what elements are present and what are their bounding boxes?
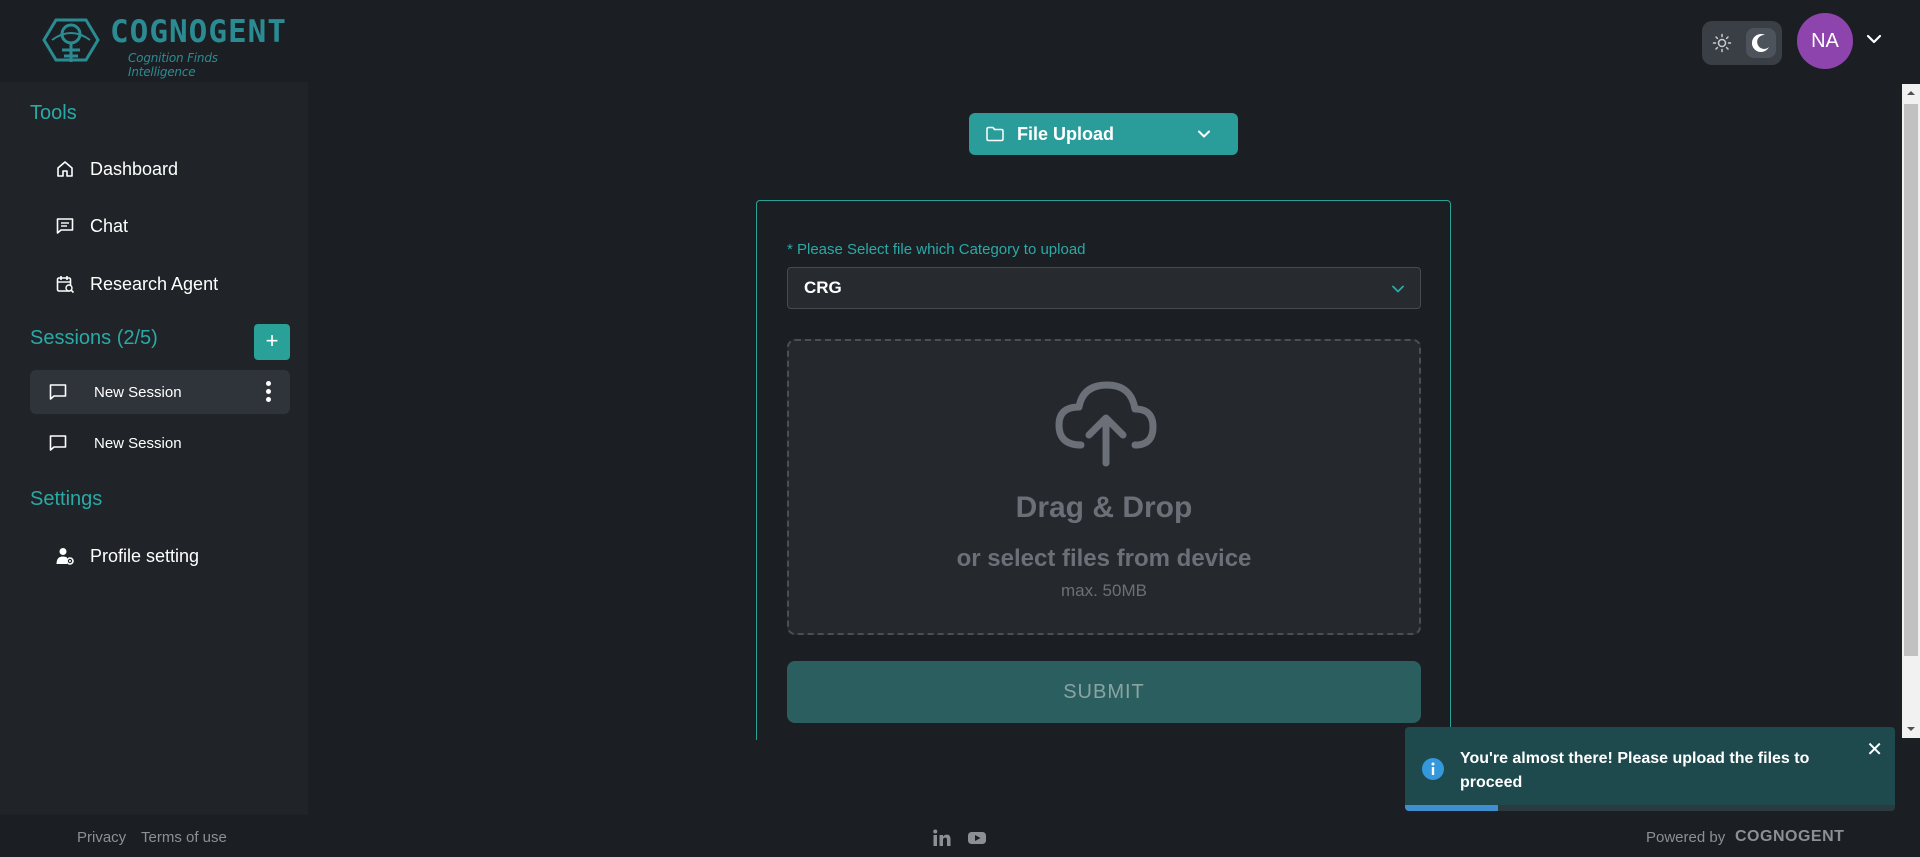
youtube-icon[interactable]	[967, 828, 987, 848]
scroll-down-icon[interactable]	[1906, 724, 1916, 734]
moon-icon	[1751, 34, 1769, 53]
message-icon	[49, 384, 67, 400]
dropzone-max-size: max. 50MB	[1061, 581, 1147, 600]
toast-progress-track	[1405, 805, 1895, 811]
logo-mark-icon	[42, 18, 100, 62]
session-item[interactable]: New Session	[30, 421, 290, 465]
close-icon[interactable]: ✕	[1866, 737, 1883, 762]
user-gear-icon	[54, 545, 76, 567]
header: COGNOGENT Cognition Finds Intelligence N…	[0, 0, 1920, 82]
sidebar-item-research-agent[interactable]: Research Agent	[30, 261, 290, 307]
category-select-value: CRG	[804, 278, 842, 297]
home-icon	[54, 158, 76, 180]
theme-toggle[interactable]	[1702, 21, 1782, 65]
calendar-search-icon	[54, 273, 76, 295]
dropzone-title: Drag & Drop	[1015, 491, 1193, 524]
info-icon	[1422, 758, 1444, 780]
mode-dropdown[interactable]: File Upload	[969, 113, 1238, 155]
message-icon	[49, 435, 67, 451]
sidebar-item-label: Chat	[90, 215, 129, 236]
more-options-icon[interactable]	[266, 381, 272, 403]
tools-section-title: Tools	[30, 102, 77, 124]
session-item[interactable]: New Session	[30, 370, 290, 414]
toast-notification: You're almost there! Please upload the f…	[1405, 727, 1895, 811]
sidebar-item-profile-setting[interactable]: Profile setting	[30, 533, 290, 579]
toast-message: You're almost there! Please upload the f…	[1460, 750, 1810, 791]
submit-button[interactable]: SUBMIT	[787, 661, 1421, 723]
scrollbar-thumb[interactable]	[1904, 104, 1918, 656]
dark-mode-button[interactable]	[1746, 28, 1776, 58]
powered-by-brand: COGNOGENT	[1735, 828, 1845, 845]
linkedin-icon[interactable]	[932, 828, 952, 848]
session-label: New Session	[94, 434, 182, 452]
scroll-up-icon[interactable]	[1906, 88, 1916, 98]
file-dropzone[interactable]: Drag & Drop or select files from device …	[787, 339, 1421, 635]
chevron-down-icon	[1198, 130, 1210, 138]
sidebar-item-dashboard[interactable]: Dashboard	[30, 146, 290, 192]
settings-section-title: Settings	[30, 488, 103, 510]
upload-card: * Please Select file which Category to u…	[756, 200, 1451, 740]
sidebar-item-label: Research Agent	[90, 273, 219, 294]
terms-link[interactable]: Terms of use	[141, 829, 227, 846]
privacy-link[interactable]: Privacy	[77, 829, 126, 846]
chevron-down-icon	[1392, 285, 1404, 293]
session-label: New Session	[94, 383, 182, 401]
scrollbar[interactable]	[1902, 84, 1920, 738]
toast-progress-bar	[1405, 805, 1499, 811]
dropzone-subtitle: or select files from device	[956, 545, 1252, 572]
avatar[interactable]: NA	[1797, 13, 1853, 69]
sun-icon[interactable]	[1712, 33, 1732, 53]
add-session-button[interactable]: +	[254, 324, 290, 360]
logo[interactable]: COGNOGENT Cognition Finds Intelligence	[42, 10, 286, 79]
category-label: * Please Select file which Category to u…	[787, 241, 1086, 258]
logo-tagline: Cognition Finds Intelligence	[128, 51, 218, 79]
category-select[interactable]: CRG	[787, 267, 1421, 309]
sessions-section-title: Sessions (2/5)	[30, 327, 158, 349]
sidebar-item-label: Profile setting	[90, 545, 200, 566]
cloud-upload-icon	[1055, 381, 1157, 467]
footer: Privacy Terms of use Powered by COGNOGEN…	[0, 815, 1920, 857]
powered-by-label: Powered by	[1646, 829, 1726, 846]
sidebar-item-chat[interactable]: Chat	[30, 203, 290, 249]
logo-title: COGNOGENT	[110, 14, 287, 50]
folder-icon	[986, 126, 1004, 142]
message-icon	[54, 215, 76, 237]
mode-dropdown-label: File Upload	[1017, 123, 1115, 144]
chevron-down-icon[interactable]	[1865, 30, 1883, 48]
sidebar-item-label: Dashboard	[90, 158, 179, 179]
sidebar: Tools Dashboard Chat Research Agent Sess…	[0, 82, 308, 815]
